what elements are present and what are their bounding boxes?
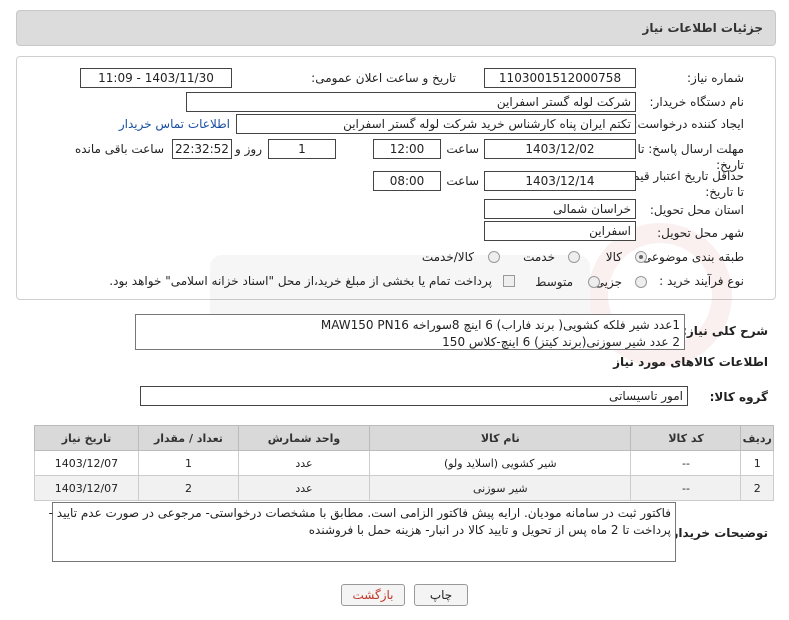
- announce-date-field: 1403/11/30 - 11:09: [80, 68, 232, 88]
- general-desc-line-2: 2 عدد شیر سوزنی(برند کیتز) 6 اینچ-کلاس 1…: [442, 335, 680, 349]
- category-option-service: خدمت: [523, 250, 555, 264]
- reply-time-label: ساعت: [446, 142, 479, 156]
- buyer-notes-line-1: فاکتور ثبت در سامانه مودیان. ارایه پیش ف…: [48, 506, 671, 520]
- print-button[interactable]: چاپ: [414, 584, 468, 606]
- item-qty: 2: [137, 475, 239, 501]
- buyer-notes-label: توضیحات خریدار:: [666, 526, 768, 540]
- buyer-org-label: نام دستگاه خریدار:: [649, 95, 745, 109]
- process-radio-minor[interactable]: [635, 276, 647, 288]
- treasury-note: پرداخت تمام یا بخشی از مبلغ خرید،از محل …: [109, 274, 492, 288]
- requester-field: تکتم ایران پناه کارشناس خرید شرکت لوله گ…: [236, 114, 636, 134]
- need-number-field: 1103001512000758: [484, 68, 636, 88]
- col-unit-header: واحد شمارش: [237, 425, 371, 451]
- page-header: جزئیات اطلاعات نیاز: [16, 10, 776, 46]
- announce-date-label: تاریخ و ساعت اعلان عمومی:: [311, 71, 456, 85]
- province-field: خراسان شمالی: [484, 199, 636, 219]
- general-desc-label: شرح کلی نیاز:: [682, 324, 768, 338]
- general-desc-line-1: 1عدد شیر فلکه کشویی( برند فاراب) 6 اینچ …: [320, 318, 680, 332]
- item-date: 1403/12/07: [34, 450, 139, 476]
- requester-label: ایجاد کننده درخواست:: [633, 117, 744, 131]
- category-radio-goods[interactable]: [635, 251, 647, 263]
- buyer-contact-link[interactable]: اطلاعات تماس خریدار: [119, 117, 230, 131]
- reply-date-field: 1403/12/02: [484, 139, 636, 159]
- table-row: 1 -- شیر کشویی (اسلاید ولو) عدد 1 1403/1…: [34, 450, 774, 476]
- price-time-label: ساعت: [446, 174, 479, 188]
- item-unit: عدد: [237, 475, 371, 501]
- col-name-header: نام کالا: [369, 425, 632, 451]
- process-radio-medium[interactable]: [588, 276, 600, 288]
- reply-time-field: 12:00: [373, 139, 441, 159]
- general-desc-box: 1عدد شیر فلکه کشویی( برند فاراب) 6 اینچ …: [135, 314, 685, 350]
- province-label: استان محل تحویل:: [649, 203, 744, 217]
- item-name: شیر کشویی (اسلاید ولو): [369, 450, 632, 476]
- item-date: 1403/12/07: [34, 475, 139, 501]
- goods-info-title: اطلاعات کالاهای مورد نیاز: [613, 355, 768, 369]
- process-type-label: نوع فرآیند خرید :: [659, 274, 744, 288]
- days-label: روز و: [235, 142, 262, 156]
- process-option-medium: متوسط: [535, 275, 573, 289]
- items-table: ردیف کد کالا نام کالا واحد شمارش تعداد /…: [34, 425, 774, 501]
- col-row-header: ردیف: [740, 425, 774, 451]
- goods-group-field: امور تاسیساتی: [140, 386, 688, 406]
- items-table-header: ردیف کد کالا نام کالا واحد شمارش تعداد /…: [34, 425, 774, 451]
- col-qty-header: تعداد / مقدار: [137, 425, 239, 451]
- price-date-field: 1403/12/14: [484, 171, 636, 191]
- table-row: 2 -- شیر سوزنی عدد 2 1403/12/07: [34, 475, 774, 501]
- item-qty: 1: [137, 450, 239, 476]
- col-date-header: تاریخ نیاز: [34, 425, 139, 451]
- col-code-header: کد کالا: [630, 425, 742, 451]
- treasury-checkbox[interactable]: [503, 275, 515, 287]
- goods-group-label: گروه کالا:: [709, 390, 768, 404]
- item-unit: عدد: [237, 450, 371, 476]
- row-index: 1: [740, 450, 774, 476]
- remaining-time-field: 22:32:52: [172, 139, 232, 159]
- back-button[interactable]: بازگشت: [341, 584, 405, 606]
- buyer-org-field: شرکت لوله گستر اسفراین: [186, 92, 636, 112]
- category-label: طبقه بندی موضوعی:: [637, 250, 744, 264]
- category-radio-service[interactable]: [568, 251, 580, 263]
- item-code: --: [630, 450, 742, 476]
- remaining-time-label: ساعت باقی مانده: [74, 142, 164, 156]
- days-field: 1: [268, 139, 336, 159]
- row-index: 2: [740, 475, 774, 501]
- page-title: جزئیات اطلاعات نیاز: [642, 21, 763, 35]
- buyer-notes-line-2: پرداخت تا 2 ماه پس از تحویل و تایید کالا…: [308, 523, 671, 537]
- category-radio-goods-service[interactable]: [488, 251, 500, 263]
- city-label: شهر محل تحویل:: [657, 226, 744, 240]
- item-name: شیر سوزنی: [369, 475, 632, 501]
- buyer-notes-box: فاکتور ثبت در سامانه مودیان. ارایه پیش ف…: [48, 502, 676, 562]
- city-field: اسفراین: [484, 221, 636, 241]
- need-number-label: شماره نیاز:: [687, 71, 744, 85]
- category-option-goods-service: کالا/خدمت: [421, 250, 474, 264]
- item-code: --: [630, 475, 742, 501]
- category-option-goods: کالا: [605, 250, 622, 264]
- price-time-field: 08:00: [373, 171, 441, 191]
